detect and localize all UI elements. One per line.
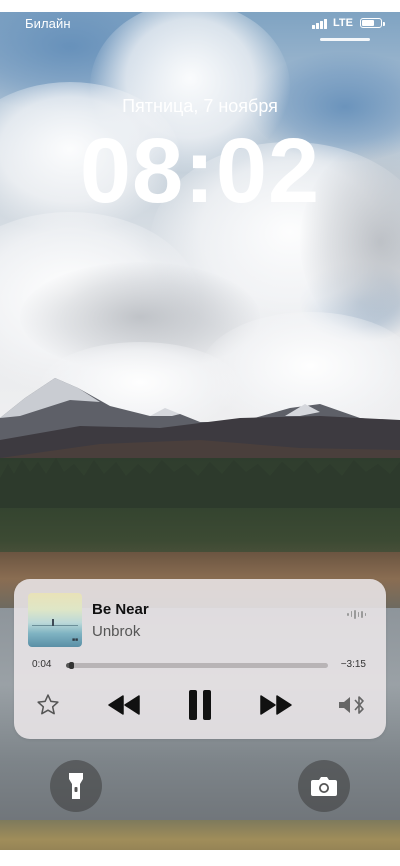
top-edge: [0, 0, 400, 12]
song-title: Be Near: [92, 601, 149, 618]
signal-icon: [312, 18, 328, 29]
carrier-name: Билайн: [25, 16, 71, 31]
pause-button[interactable]: [180, 687, 220, 723]
bottom-edge: [0, 850, 400, 866]
playback-controls: [14, 687, 386, 723]
song-artist: Unbrok: [92, 623, 141, 640]
fast-forward-icon: [260, 695, 292, 715]
next-track-button[interactable]: [256, 687, 296, 723]
pause-icon: [189, 690, 211, 720]
lock-screen: Билайн LTE Пятница, 7 ноября 08:02 ■■ Be…: [0, 0, 400, 866]
bluetooth-speaker-icon: [339, 696, 364, 714]
audio-output-button[interactable]: [336, 687, 368, 723]
status-bar: Билайн LTE: [0, 12, 400, 36]
shore-grass: [0, 820, 400, 850]
tree-line: [0, 458, 400, 508]
album-art[interactable]: ■■: [28, 593, 82, 647]
audio-wave-icon: [347, 609, 366, 619]
remaining-time: −3:15: [340, 659, 366, 670]
flashlight-button[interactable]: [50, 760, 102, 812]
camera-button[interactable]: [298, 760, 350, 812]
elapsed-time: 0:04: [32, 659, 52, 670]
progress-scrubber[interactable]: [69, 662, 75, 669]
lock-time: 08:02: [79, 120, 321, 222]
control-center-indicator[interactable]: [320, 38, 370, 41]
network-type: LTE: [333, 17, 353, 29]
previous-track-button[interactable]: [104, 687, 144, 723]
rewind-icon: [108, 695, 140, 715]
lock-date: Пятница, 7 ноября: [122, 96, 278, 116]
now-playing-widget[interactable]: ■■ Be Near Unbrok 0:04 −3:15: [14, 579, 386, 739]
flashlight-icon: [69, 773, 83, 799]
favorite-button[interactable]: [34, 687, 62, 723]
camera-icon: [311, 777, 337, 796]
status-icons: LTE: [312, 17, 385, 29]
battery-icon: [360, 18, 385, 28]
star-icon: [37, 694, 59, 715]
progress-bar[interactable]: [66, 663, 328, 668]
